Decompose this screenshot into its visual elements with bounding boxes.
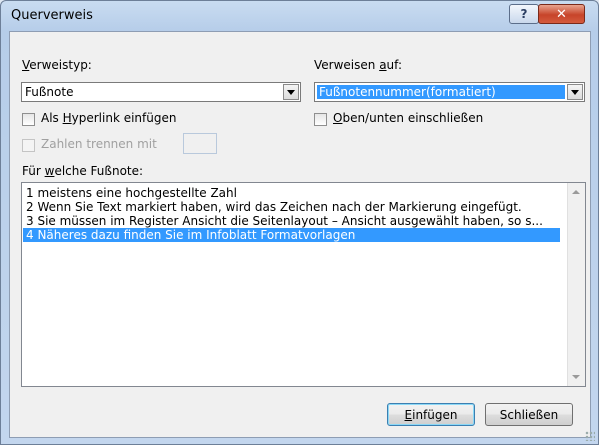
refer-to-dropdown-button[interactable] xyxy=(567,84,583,100)
dialog-window: Querverweis ? ✕ Verweistyp: Fußnote Verw… xyxy=(0,0,599,445)
list-item[interactable]: 1 meistens eine hochgestellte Zahl xyxy=(23,186,560,200)
refer-to-select[interactable]: Fußnotennummer(formatiert) xyxy=(314,82,585,102)
footnote-list[interactable]: 1 meistens eine hochgestellte Zahl 2 Wen… xyxy=(21,182,586,387)
close-window-button[interactable]: ✕ xyxy=(538,4,585,24)
list-item-selected[interactable]: 4 Näheres dazu finden Sie im Infoblatt F… xyxy=(23,228,560,242)
window-title: Querverweis xyxy=(11,8,93,23)
reftype-select[interactable]: Fußnote xyxy=(21,82,301,102)
above-below-label[interactable]: Oben/unten einschließen xyxy=(333,111,483,125)
above-below-checkbox[interactable] xyxy=(314,113,327,126)
close-icon: ✕ xyxy=(556,6,567,22)
scroll-up-icon[interactable] xyxy=(572,190,580,194)
insert-button[interactable]: Einfügen xyxy=(387,403,475,426)
reftype-value: Fußnote xyxy=(25,85,74,99)
for-which-label: Für welche Fußnote: xyxy=(22,164,144,178)
resize-grip-icon[interactable] xyxy=(585,431,595,441)
close-button[interactable]: Schließen xyxy=(485,403,573,426)
separator-input[interactable] xyxy=(183,133,217,154)
reftype-label: Verweistyp: xyxy=(22,58,92,72)
hyperlink-label[interactable]: Als Hyperlink einfügen xyxy=(41,111,176,125)
reftype-dropdown-button[interactable] xyxy=(283,84,299,100)
list-scrollbar[interactable] xyxy=(567,183,585,386)
chevron-down-icon xyxy=(287,89,295,95)
refer-to-label: Verweisen auf: xyxy=(314,58,402,72)
scroll-down-icon[interactable] xyxy=(572,375,580,379)
help-button[interactable]: ? xyxy=(509,4,539,24)
chevron-down-icon xyxy=(571,89,579,95)
hyperlink-checkbox[interactable] xyxy=(22,113,35,126)
separate-numbers-checkbox[interactable] xyxy=(22,139,35,152)
list-item[interactable]: 3 Sie müssen im Register Ansicht die Sei… xyxy=(23,214,560,228)
title-bar[interactable]: Querverweis ? ✕ xyxy=(1,1,598,31)
help-icon: ? xyxy=(520,7,528,21)
list-item[interactable]: 2 Wenn Sie Text markiert haben, wird das… xyxy=(23,200,560,214)
footnote-list-items: 1 meistens eine hochgestellte Zahl 2 Wen… xyxy=(23,186,560,242)
separate-numbers-label: Zahlen trennen mit xyxy=(41,137,157,151)
refer-to-value: Fußnotennummer(formatiert) xyxy=(317,85,565,99)
